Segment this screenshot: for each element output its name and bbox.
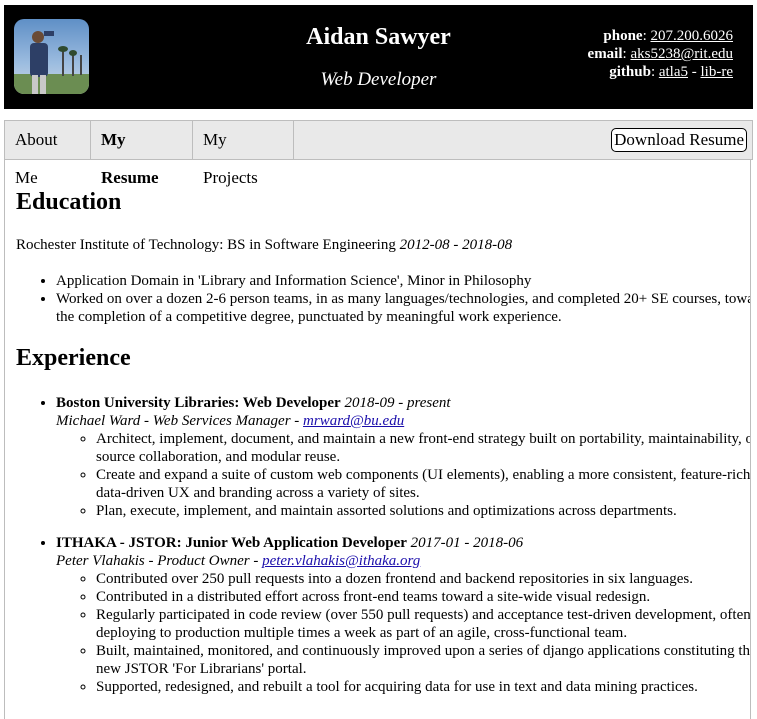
education-heading: Education bbox=[16, 189, 122, 215]
github-label: github bbox=[609, 64, 651, 80]
job-entry: Boston University Libraries: Web Develop… bbox=[56, 394, 750, 520]
list-item: Plan, execute, implement, and maintain a… bbox=[96, 502, 750, 520]
email-label: email bbox=[587, 46, 623, 62]
tab-about-me[interactable]: About Me bbox=[5, 121, 91, 187]
list-item: Worked on over a dozen 2-6 person teams,… bbox=[56, 290, 750, 326]
job-title: Boston University Libraries: Web Develop… bbox=[56, 395, 341, 411]
list-item: Architect, implement, document, and main… bbox=[96, 430, 750, 466]
tab-my-resume[interactable]: My Resume bbox=[91, 121, 193, 187]
list-item: Built, maintained, monitored, and contin… bbox=[96, 642, 750, 678]
manager-name: Michael Ward - Web Services Manager - bbox=[56, 413, 300, 429]
job-dates: 2017-01 - 2018-06 bbox=[410, 535, 524, 551]
manager-email-link[interactable]: peter.vlahakis@ithaka.org bbox=[262, 553, 420, 569]
email-link[interactable]: aks5238@rit.edu bbox=[630, 46, 733, 62]
nav-bar: About Me My Resume My Projects Download … bbox=[4, 120, 753, 187]
job-dates: 2018-09 - present bbox=[344, 395, 451, 411]
list-item: Create and expand a suite of custom web … bbox=[96, 466, 750, 502]
github-row: github: atla5 - lib-re bbox=[609, 64, 733, 80]
list-item: Regularly participated in code review (o… bbox=[96, 606, 750, 642]
job-duties: Contributed over 250 pull requests into … bbox=[56, 570, 750, 696]
list-item: Contributed over 250 pull requests into … bbox=[96, 570, 750, 588]
phone-label: phone bbox=[603, 28, 643, 44]
download-resume-button[interactable]: Download Resume bbox=[611, 128, 747, 152]
contact-info: phone: 207.200.6026 email: aks5238@rit.e… bbox=[588, 27, 733, 81]
experience-heading: Experience bbox=[16, 345, 131, 371]
job-duties: Architect, implement, document, and main… bbox=[56, 430, 750, 520]
list-item: Application Domain in 'Library and Infor… bbox=[56, 272, 750, 290]
email-row: email: aks5238@rit.edu bbox=[587, 46, 733, 62]
job-list: Boston University Libraries: Web Develop… bbox=[16, 394, 750, 696]
list-item: Contributed in a distributed effort acro… bbox=[96, 588, 750, 606]
job-manager: Peter Vlahakis - Product Owner - peter.v… bbox=[56, 553, 420, 569]
phone-link[interactable]: 207.200.6026 bbox=[651, 28, 734, 44]
manager-email-link[interactable]: mrward@bu.edu bbox=[303, 413, 404, 429]
degree-dates: 2012-08 - 2018-08 bbox=[399, 237, 513, 253]
degree-line: Rochester Institute of Technology: BS in… bbox=[16, 237, 512, 254]
phone-row: phone: 207.200.6026 bbox=[603, 28, 734, 44]
degree-name: Rochester Institute of Technology: BS in… bbox=[16, 237, 396, 253]
site-header: Aidan Sawyer Web Developer phone: 207.20… bbox=[4, 5, 753, 109]
manager-name: Peter Vlahakis - Product Owner - bbox=[56, 553, 259, 569]
github-link-atla5[interactable]: atla5 bbox=[659, 64, 688, 80]
resume-content: Education Rochester Institute of Technol… bbox=[4, 159, 751, 719]
list-item: Supported, redesigned, and rebuilt a too… bbox=[96, 678, 750, 696]
job-entry: ITHAKA - JSTOR: Junior Web Application D… bbox=[56, 534, 750, 696]
job-manager: Michael Ward - Web Services Manager - mr… bbox=[56, 413, 404, 429]
job-title: ITHAKA - JSTOR: Junior Web Application D… bbox=[56, 535, 407, 551]
education-list: Application Domain in 'Library and Infor… bbox=[16, 272, 750, 326]
tab-my-projects[interactable]: My Projects bbox=[193, 121, 294, 187]
github-link-lib-re[interactable]: lib-re bbox=[701, 64, 733, 80]
github-separator: - bbox=[691, 64, 697, 80]
